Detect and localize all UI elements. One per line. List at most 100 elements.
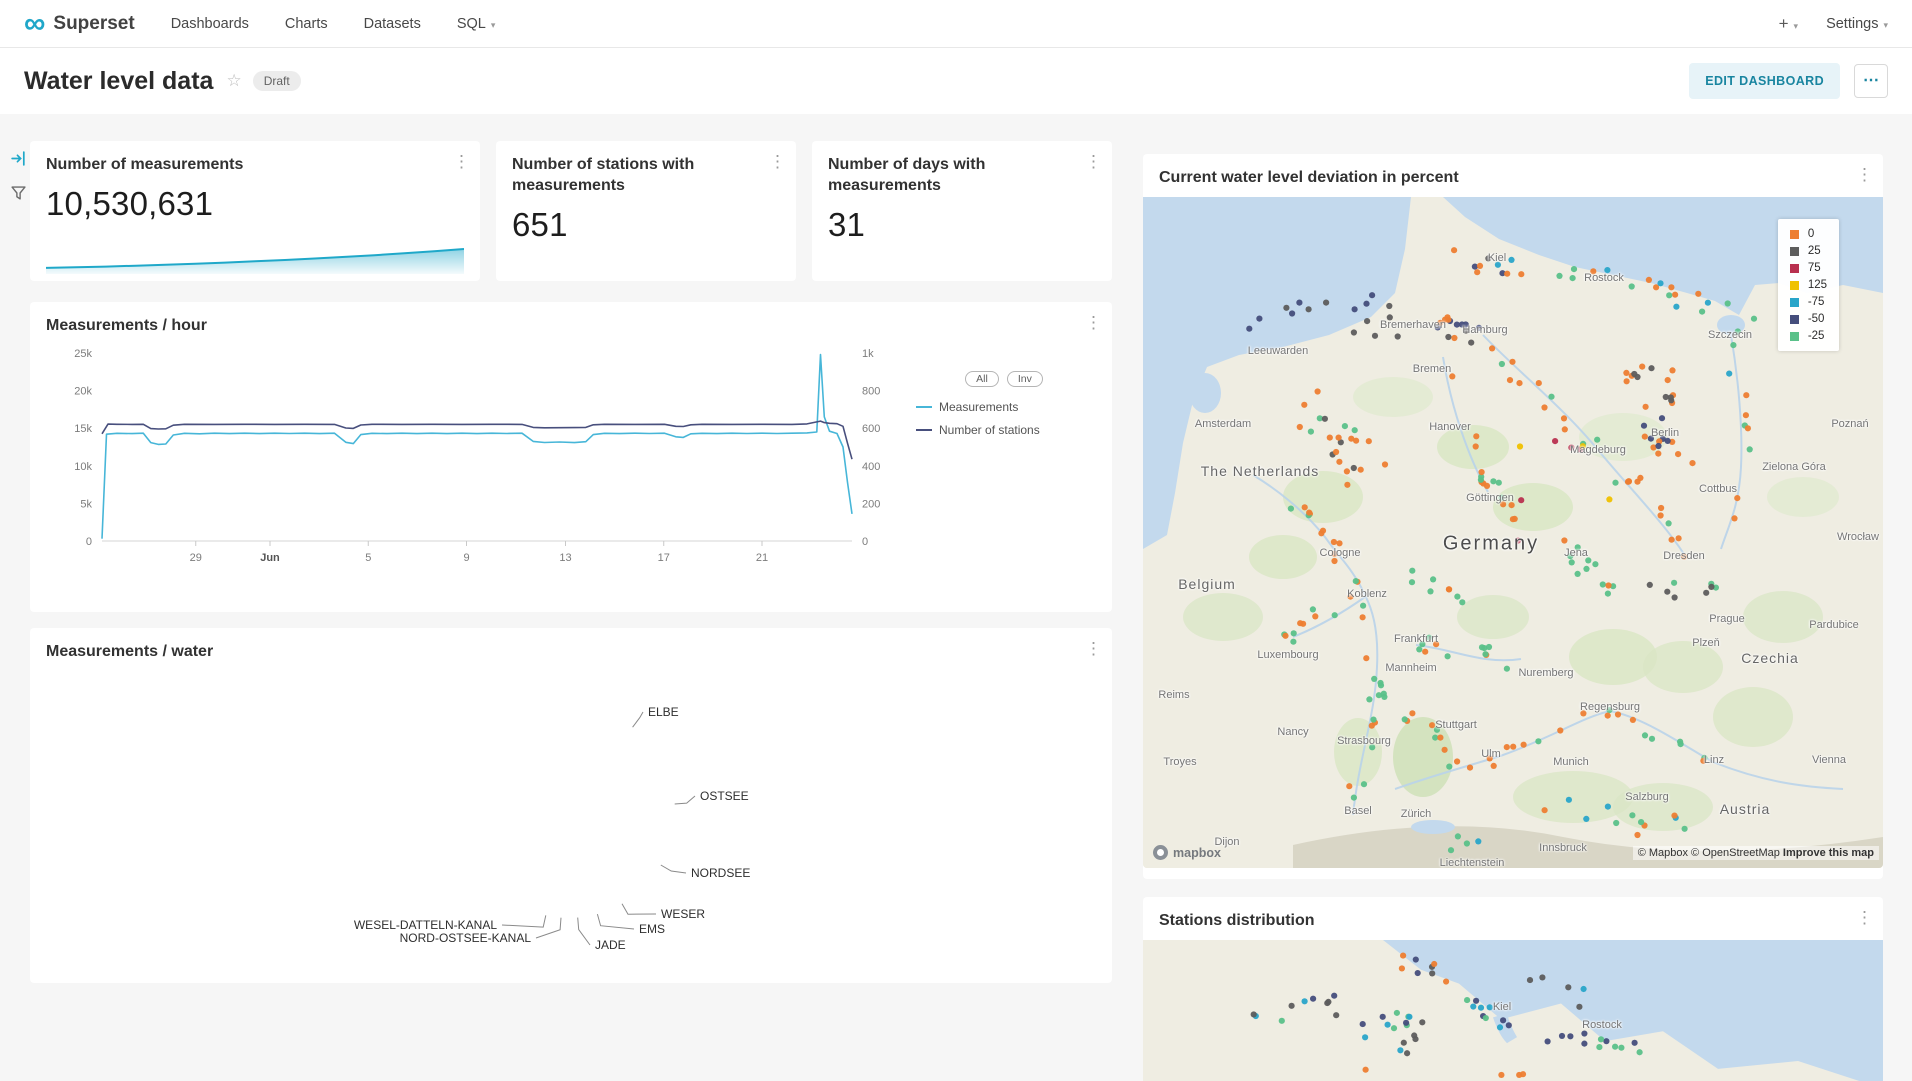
filter-rail xyxy=(5,150,31,205)
svg-text:15k: 15k xyxy=(74,423,92,435)
filter-icon[interactable] xyxy=(11,186,26,205)
stations-map[interactable]: KielRostock xyxy=(1143,940,1883,1081)
header-actions: EDIT DASHBOARD ⋯ xyxy=(1689,63,1888,99)
improve-map-link[interactable]: Improve this map xyxy=(1783,847,1874,859)
brand-name: Superset xyxy=(53,13,134,35)
deviation-map[interactable]: KielRostockSzczecinBremerhavenHamburgLee… xyxy=(1143,197,1883,868)
map-legend-item[interactable]: 0 xyxy=(1790,228,1827,240)
page-title: Water level data xyxy=(24,67,213,96)
map-legend-item[interactable]: -75 xyxy=(1790,296,1827,308)
chart-menu-icon[interactable]: ⋮ xyxy=(453,152,470,172)
mapbox-icon xyxy=(1153,845,1168,860)
map-legend-item[interactable]: 25 xyxy=(1790,245,1827,257)
svg-text:5: 5 xyxy=(365,552,371,564)
map-legend-item[interactable]: -50 xyxy=(1790,313,1827,325)
big-number-value: 10,530,631 xyxy=(46,185,464,223)
line-chart-legend: All Inv Measurements Number of stations xyxy=(916,341,1092,583)
map-legend-item[interactable]: 125 xyxy=(1790,279,1827,291)
chart-menu-icon[interactable]: ⋮ xyxy=(1856,908,1873,928)
line-chart: 0 5k 10k 15k 20k 25k 0 200 400 600 800 1k 29 Jun 5 9 13 1… xyxy=(46,341,916,583)
settings-label: Settings xyxy=(1826,16,1878,32)
settings-menu[interactable]: Settings ▾ xyxy=(1826,16,1888,32)
dashboard-header: Water level data ☆ Draft EDIT DASHBOARD … xyxy=(0,48,1912,114)
panel-measurements-per-hour: Measurements / hour ⋮ 0 5k 10k 15k 20k 25k 0 20… xyxy=(30,302,1112,612)
chevron-down-icon: ▾ xyxy=(491,20,496,30)
svg-text:1k: 1k xyxy=(862,348,874,360)
card-days-with-measurements: Number of days with measurements ⋮ 31 xyxy=(812,141,1112,281)
edit-dashboard-button[interactable]: EDIT DASHBOARD xyxy=(1689,63,1840,99)
nav-right: +▾ Settings ▾ xyxy=(1779,14,1888,34)
svg-text:ELBE: ELBE xyxy=(648,705,679,719)
svg-text:NORD-OSTSEE-KANAL: NORD-OSTSEE-KANAL xyxy=(400,931,532,945)
svg-text:WESER: WESER xyxy=(661,907,705,921)
chart-title: Current water level deviation in percent xyxy=(1159,168,1782,189)
card-number-of-measurements: Number of measurements ⋮ 10,530,631 xyxy=(30,141,480,281)
panel-stations-distribution: Stations distribution ⋮ KielRostock xyxy=(1143,897,1883,1081)
big-number-cards: Number of measurements ⋮ 10,530,631 Numb… xyxy=(30,141,1112,281)
legend-item[interactable]: Measurements xyxy=(916,400,1092,414)
mapbox-wordmark: mapbox xyxy=(1173,846,1221,860)
svg-text:17: 17 xyxy=(658,552,670,564)
svg-text:0: 0 xyxy=(862,536,868,548)
superset-infinity-icon: ∞ xyxy=(24,12,45,36)
svg-text:29: 29 xyxy=(190,552,202,564)
legend-button-inv[interactable]: Inv xyxy=(1007,371,1043,387)
card-stations-with-measurements: Number of stations with measurements ⋮ 6… xyxy=(496,141,796,281)
svg-text:25k: 25k xyxy=(74,348,92,360)
legend-item[interactable]: Number of stations xyxy=(916,423,1092,437)
big-number-value: 651 xyxy=(512,206,780,244)
nav-sql[interactable]: SQL ▾ xyxy=(457,16,496,32)
panel-water-level-deviation-map: Current water level deviation in percent… xyxy=(1143,154,1883,879)
map-legend: 0 25 75 125 -75 -50 -25 xyxy=(1778,219,1839,351)
svg-text:JADE: JADE xyxy=(595,938,626,952)
new-item-button[interactable]: +▾ xyxy=(1779,14,1798,34)
map-legend-item[interactable]: -25 xyxy=(1790,330,1827,342)
nav-links: Dashboards Charts Datasets SQL ▾ xyxy=(171,16,496,32)
favorite-star-icon[interactable]: ☆ xyxy=(226,71,241,91)
chevron-down-icon: ▾ xyxy=(1883,20,1888,30)
svg-text:NORDSEE: NORDSEE xyxy=(691,866,750,880)
chart-menu-icon[interactable]: ⋮ xyxy=(1085,313,1102,333)
chart-menu-icon[interactable]: ⋮ xyxy=(1085,152,1102,172)
svg-text:WESEL-DATTELN-KANAL: WESEL-DATTELN-KANAL xyxy=(354,918,497,932)
chevron-down-icon: ▾ xyxy=(1794,21,1799,31)
superset-logo[interactable]: ∞ Superset xyxy=(24,12,135,36)
chart-menu-icon[interactable]: ⋮ xyxy=(1856,165,1873,185)
svg-text:20k: 20k xyxy=(74,385,92,397)
attribution-text: © Mapbox © OpenStreetMap xyxy=(1638,847,1780,859)
trendline-sparkline xyxy=(46,244,464,274)
chart-title: Stations distribution xyxy=(1159,911,1782,932)
map-attribution: © Mapbox © OpenStreetMap Improve this ma… xyxy=(1633,846,1879,860)
svg-text:EMS: EMS xyxy=(639,922,665,936)
status-badge: Draft xyxy=(253,71,301,91)
nav-sql-label: SQL xyxy=(457,16,486,32)
svg-text:13: 13 xyxy=(559,552,571,564)
chart-title: Measurements / water xyxy=(46,642,970,663)
nav-charts[interactable]: Charts xyxy=(285,16,328,32)
svg-text:5k: 5k xyxy=(80,498,92,510)
chart-menu-icon[interactable]: ⋮ xyxy=(769,152,786,172)
dashboard-body: Number of measurements ⋮ 10,530,631 Numb… xyxy=(0,114,1912,1081)
svg-text:21: 21 xyxy=(756,552,768,564)
chart-menu-icon[interactable]: ⋮ xyxy=(1085,639,1102,659)
card-title: Number of measurements xyxy=(46,155,414,176)
svg-text:800: 800 xyxy=(862,385,880,397)
legend-button-all[interactable]: All xyxy=(965,371,999,387)
svg-text:600: 600 xyxy=(862,423,880,435)
mapbox-logo[interactable]: mapbox xyxy=(1153,845,1221,860)
chart-title: Measurements / hour xyxy=(46,316,970,337)
svg-text:Jun: Jun xyxy=(260,552,280,564)
card-title: Number of days with measurements xyxy=(828,155,1064,197)
dashboard-more-button[interactable]: ⋯ xyxy=(1854,64,1888,98)
nav-dashboards[interactable]: Dashboards xyxy=(171,16,249,32)
svg-text:400: 400 xyxy=(862,461,880,473)
card-title: Number of stations with measurements xyxy=(512,155,748,197)
map-legend-item[interactable]: 75 xyxy=(1790,262,1827,274)
nav-datasets[interactable]: Datasets xyxy=(364,16,421,32)
svg-text:9: 9 xyxy=(463,552,469,564)
donut-chart[interactable]: ELBEOSTSEENORDSEEWESEREMSJADENORD-OSTSEE… xyxy=(46,668,1096,968)
svg-text:10k: 10k xyxy=(74,461,92,473)
expand-filter-bar-icon[interactable] xyxy=(10,150,27,172)
svg-text:200: 200 xyxy=(862,498,880,510)
svg-text:0: 0 xyxy=(86,536,92,548)
